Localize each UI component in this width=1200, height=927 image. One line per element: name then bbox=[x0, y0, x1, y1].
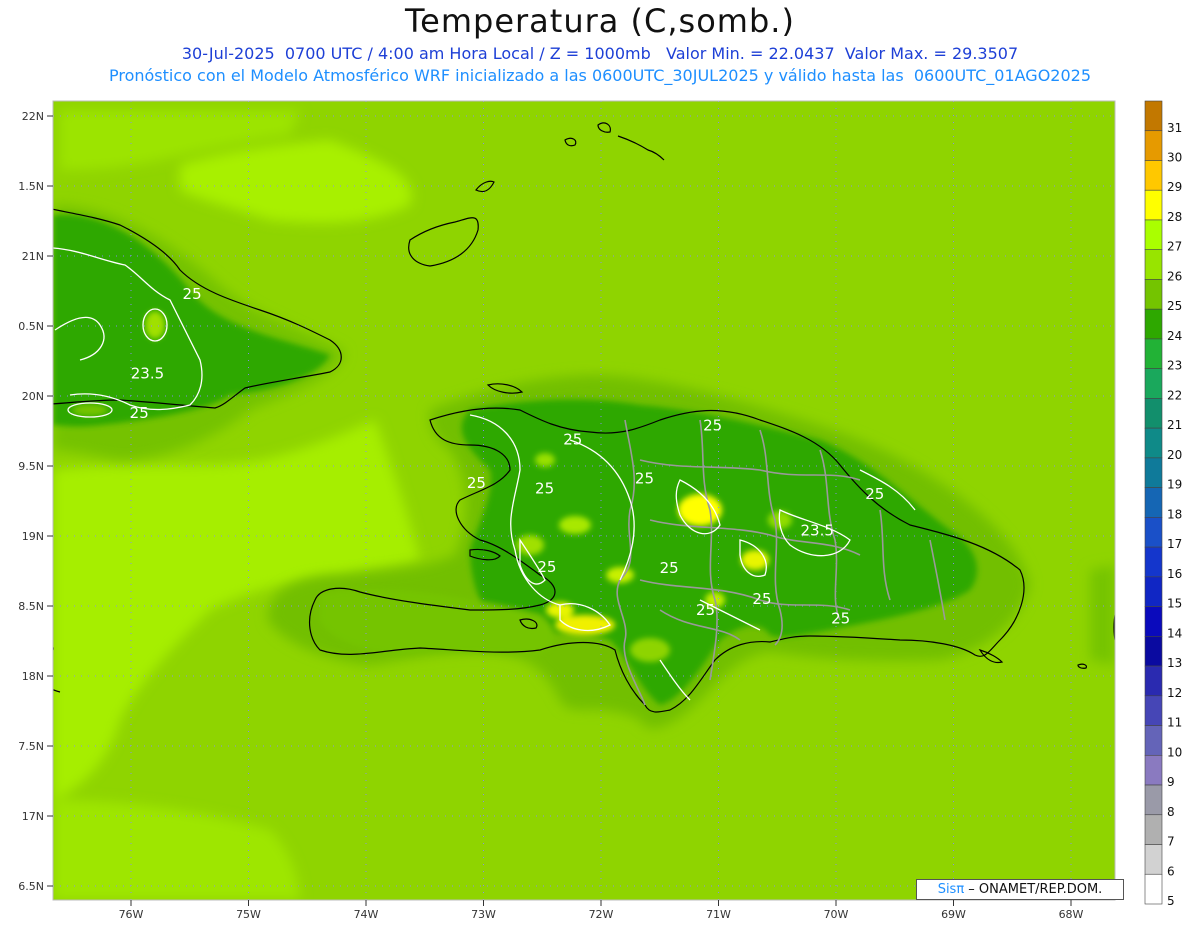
colorbar-swatch bbox=[1144, 160, 1163, 191]
colorbar: 31 30 29 28 27 26 25 24 23 22 21 20 19 18 17 16 15 14 13 12… bbox=[1144, 100, 1182, 908]
contour-label: 25 bbox=[831, 610, 850, 628]
colorbar-label: 23 bbox=[1167, 359, 1182, 373]
colorbar-label: 6 bbox=[1167, 864, 1175, 878]
lat-tick-label: 1.5N bbox=[18, 180, 44, 193]
lat-tick-label: 8.5N bbox=[18, 600, 44, 613]
colorbar-label: 24 bbox=[1167, 329, 1182, 343]
colorbar-swatch bbox=[1144, 427, 1163, 459]
contour-label: 23.5 bbox=[131, 365, 164, 383]
colorbar-swatch bbox=[1144, 517, 1163, 548]
colorbar-swatch bbox=[1144, 100, 1163, 132]
colorbar-label: 26 bbox=[1167, 269, 1182, 283]
lat-tick-label: 19N bbox=[22, 530, 44, 543]
colorbar-label: 29 bbox=[1167, 180, 1182, 194]
colorbar-swatch bbox=[1144, 546, 1163, 578]
lon-tick-label: 70W bbox=[824, 908, 849, 921]
colorbar-swatch bbox=[1144, 606, 1163, 637]
lat-tick-label: 6.5N bbox=[18, 880, 44, 893]
lat-tick-label: 17N bbox=[22, 810, 44, 823]
credit-sis: Sisπ bbox=[937, 882, 965, 897]
colorbar-label: 7 bbox=[1167, 835, 1175, 849]
lon-tick-label: 69W bbox=[941, 908, 966, 921]
latitude-axis: 22N 1.5N 21N 0.5N 20N 9.5N 19N 8.5N 18N 7.5N 17N 6.… bbox=[18, 110, 53, 893]
lon-tick-label: 71W bbox=[706, 908, 731, 921]
lat-tick-label: 7.5N bbox=[18, 740, 44, 753]
colorbar-swatch bbox=[1144, 784, 1163, 816]
colorbar-label: 14 bbox=[1167, 626, 1182, 640]
lon-tick-label: 68W bbox=[1059, 908, 1084, 921]
colorbar-label: 16 bbox=[1167, 567, 1182, 581]
colorbar-label: 11 bbox=[1167, 716, 1182, 730]
colorbar-label: 19 bbox=[1167, 478, 1182, 492]
colorbar-label: 9 bbox=[1167, 775, 1175, 789]
colorbar-swatch bbox=[1144, 754, 1163, 786]
contour-label: 25 bbox=[752, 590, 771, 608]
credit-box: Sisπ – ONAMET/REP.DOM. bbox=[916, 879, 1124, 900]
colorbar-label: 13 bbox=[1167, 656, 1182, 670]
contour-label: 25 bbox=[537, 558, 556, 576]
contour-label: 25 bbox=[865, 485, 884, 503]
colorbar-label: 30 bbox=[1167, 151, 1182, 165]
lon-tick-label: 75W bbox=[236, 908, 261, 921]
contour-label: 25 bbox=[563, 430, 582, 448]
colorbar-swatch bbox=[1144, 368, 1163, 399]
lat-tick-label: 22N bbox=[22, 110, 44, 123]
colorbar-label: 10 bbox=[1167, 745, 1182, 759]
lon-tick-label: 76W bbox=[119, 908, 144, 921]
lon-tick-label: 74W bbox=[354, 908, 379, 921]
colorbar-swatch bbox=[1144, 249, 1163, 280]
colorbar-label: 28 bbox=[1167, 210, 1182, 224]
contour-label: 25 bbox=[467, 474, 486, 492]
colorbar-swatch bbox=[1144, 576, 1163, 607]
colorbar-label: 5 bbox=[1167, 894, 1175, 908]
colorbar-label: 25 bbox=[1167, 299, 1182, 313]
colorbar-swatch bbox=[1144, 695, 1163, 726]
lat-tick-label: 0.5N bbox=[18, 320, 44, 333]
colorbar-label: 15 bbox=[1167, 597, 1182, 611]
lat-tick-label: 21N bbox=[22, 250, 44, 263]
contour-label: 25 bbox=[130, 404, 149, 422]
colorbar-swatch bbox=[1144, 725, 1163, 756]
colorbar-label: 20 bbox=[1167, 448, 1182, 462]
colorbar-swatch bbox=[1144, 130, 1163, 161]
temperature-map: 25 23.5 25 25 25 25 25 25 25 23.5 25 25 25 25 25 22N 1.… bbox=[18, 100, 1182, 921]
colorbar-label: 21 bbox=[1167, 418, 1182, 432]
plot-area: 25 23.5 25 25 25 25 25 25 25 23.5 25 25 25 25 25 bbox=[53, 101, 1115, 900]
colorbar-swatch bbox=[1144, 873, 1163, 905]
colorbar-swatch bbox=[1144, 487, 1163, 518]
longitude-axis: 76W 75W 74W 73W 72W 71W 70W 69W 68W bbox=[119, 900, 1084, 921]
contour-label: 25 bbox=[696, 601, 715, 619]
credit-org: – ONAMET/REP.DOM. bbox=[964, 882, 1103, 897]
colorbar-label: 22 bbox=[1167, 388, 1182, 402]
colorbar-swatch bbox=[1144, 398, 1163, 429]
colorbar-swatch bbox=[1144, 814, 1163, 845]
colorbar-swatch bbox=[1144, 636, 1163, 667]
colorbar-swatch bbox=[1144, 665, 1163, 697]
colorbar-label: 17 bbox=[1167, 537, 1182, 551]
contour-label: 25 bbox=[660, 559, 679, 577]
colorbar-swatch bbox=[1144, 219, 1163, 251]
colorbar-label: 31 bbox=[1167, 121, 1182, 135]
colorbar-swatch bbox=[1144, 457, 1163, 488]
colorbar-swatch bbox=[1144, 308, 1163, 340]
contour-label: 25 bbox=[183, 285, 202, 303]
colorbar-swatch bbox=[1144, 844, 1163, 875]
colorbar-swatch bbox=[1144, 279, 1163, 310]
lat-tick-label: 18N bbox=[22, 670, 44, 683]
colorbar-label: 18 bbox=[1167, 507, 1182, 521]
contour-label: 25 bbox=[535, 479, 554, 497]
contour-label: 23.5 bbox=[800, 521, 833, 539]
lat-tick-label: 20N bbox=[22, 390, 44, 403]
contour-label: 25 bbox=[635, 470, 654, 488]
lon-tick-label: 73W bbox=[471, 908, 496, 921]
colorbar-label: 27 bbox=[1167, 240, 1182, 254]
colorbar-swatch bbox=[1144, 189, 1163, 221]
contour-label: 25 bbox=[703, 416, 722, 434]
lon-tick-label: 72W bbox=[589, 908, 614, 921]
colorbar-swatch bbox=[1144, 338, 1163, 369]
colorbar-label: 12 bbox=[1167, 686, 1182, 700]
colorbar-label: 8 bbox=[1167, 805, 1175, 819]
lat-tick-label: 9.5N bbox=[18, 460, 44, 473]
